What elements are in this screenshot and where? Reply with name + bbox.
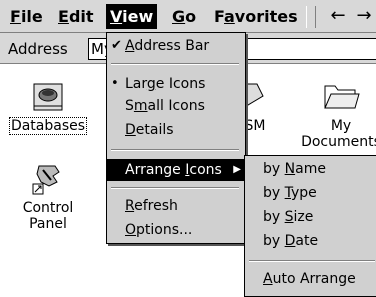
menu-item-large-icons[interactable]: • Large Icons: [107, 73, 245, 95]
radio-bullet-icon: •: [111, 76, 119, 91]
menu-item-label: all Icons: [147, 98, 205, 114]
desktop-item-control-panel[interactable]: Control Panel: [10, 162, 86, 232]
menu-edit-mnemonic: E: [58, 7, 69, 26]
control-panel-icon: [32, 165, 60, 195]
desktop-item-label-line2: Panel: [29, 216, 67, 232]
menu-item-mnemonic: A: [125, 38, 135, 54]
menu-view-label: iew: [122, 7, 154, 26]
menu-item-mnemonic: A: [263, 271, 273, 287]
menu-item-by-type[interactable]: by Type: [263, 182, 317, 204]
desktop-item-my-documents[interactable]: My Documents: [300, 78, 376, 150]
desktop-item-label: Databases: [8, 117, 88, 135]
submenu-arrow-icon: ▶: [233, 164, 241, 175]
menu-item-options[interactable]: Options...: [107, 219, 245, 241]
view-menu: ✔ Address Bar • Large Icons Small Icons …: [106, 32, 246, 244]
menu-item-label: ype: [291, 185, 317, 201]
menu-item-label: ate: [295, 233, 319, 249]
menu-item-label-pre: S: [125, 98, 134, 114]
menu-item-label: ptions...: [136, 222, 193, 238]
menu-favorites-mnemonic: a: [224, 7, 235, 26]
menu-file[interactable]: File: [6, 6, 47, 27]
menu-separator: [111, 187, 239, 189]
menu-item-details[interactable]: Details: [107, 119, 245, 141]
folder-icon: [324, 85, 360, 109]
menu-item-mnemonic: N: [284, 161, 296, 177]
menu-separator: [111, 63, 239, 65]
menu-file-label: ile: [20, 7, 43, 26]
check-icon: ✔: [111, 38, 122, 53]
menu-item-by-size[interactable]: by Size: [263, 206, 313, 228]
menu-edit-label: dit: [68, 7, 94, 26]
back-arrow-icon[interactable]: ←: [328, 7, 348, 25]
desktop-item-label-line1: My: [330, 118, 352, 134]
menu-item-mnemonic: R: [125, 198, 135, 214]
menu-view[interactable]: View: [106, 4, 158, 29]
menu-item-label-pre: Lar: [125, 76, 147, 92]
menu-go[interactable]: Go: [168, 6, 200, 27]
menu-item-label: efresh: [134, 198, 178, 214]
menu-item-label-pre: by: [263, 209, 285, 225]
menu-item-mnemonic: g: [146, 76, 156, 92]
menu-favorites[interactable]: Favorites: [210, 6, 302, 27]
menu-go-mnemonic: G: [172, 7, 186, 26]
database-icon: [33, 83, 63, 111]
forward-arrow-icon[interactable]: →: [354, 7, 374, 25]
menu-separator: [111, 149, 239, 151]
menu-item-label: ize: [293, 209, 314, 225]
desktop-item-label-line1: Control: [22, 200, 74, 216]
menu-item-label-pre: by: [263, 185, 285, 201]
desktop-item-label: SM: [244, 118, 266, 134]
menu-item-small-icons[interactable]: Small Icons: [107, 95, 245, 117]
menu-item-mnemonic: O: [125, 222, 137, 238]
menu-item-mnemonic: m: [133, 98, 148, 114]
menu-item-address-bar[interactable]: ✔ Address Bar: [107, 35, 245, 57]
menu-item-label-pre: Arrange: [125, 162, 186, 178]
menu-item-label: e Icons: [155, 76, 206, 92]
menu-item-auto-arrange[interactable]: Auto Arrange: [263, 268, 356, 290]
menu-item-label: cons: [189, 162, 222, 178]
menu-item-mnemonic: S: [284, 209, 294, 225]
menu-item-by-name[interactable]: by Name: [263, 158, 326, 180]
menu-view-mnemonic: V: [110, 7, 123, 26]
folder-icon: [243, 83, 264, 109]
menu-favorites-label: vorites: [234, 7, 298, 26]
menu-item-label-pre: by: [263, 233, 285, 249]
menu-favorites-pre: F: [214, 7, 224, 26]
address-label: Address: [8, 40, 68, 58]
menu-edit[interactable]: Edit: [54, 6, 98, 27]
menu-item-refresh[interactable]: Refresh: [107, 195, 245, 217]
menu-separator: [249, 260, 375, 262]
arrange-icons-submenu: by Name by Type by Size by Date Auto Arr…: [244, 155, 376, 297]
desktop-item-label-line2: Documents: [301, 134, 376, 150]
menu-item-by-date[interactable]: by Date: [263, 230, 318, 252]
menu-item-label: uto Arrange: [272, 271, 356, 287]
menu-file-mnemonic: F: [10, 7, 21, 26]
menu-bar: File Edit View Go Favorites ← →: [0, 0, 376, 33]
menu-item-mnemonic: D: [125, 122, 136, 138]
menu-item-label: ame: [295, 161, 326, 177]
menu-item-label: etails: [135, 122, 174, 138]
menu-item-label: ddress Bar: [134, 38, 210, 54]
menu-go-label: o: [185, 7, 197, 26]
menu-item-mnemonic: D: [284, 233, 296, 249]
toolbar-grip[interactable]: [306, 6, 316, 28]
menu-item-arrange-icons[interactable]: Arrange Icons ▶: [107, 159, 245, 181]
desktop-item-databases[interactable]: Databases: [6, 78, 90, 135]
menu-item-label-pre: by: [263, 161, 285, 177]
